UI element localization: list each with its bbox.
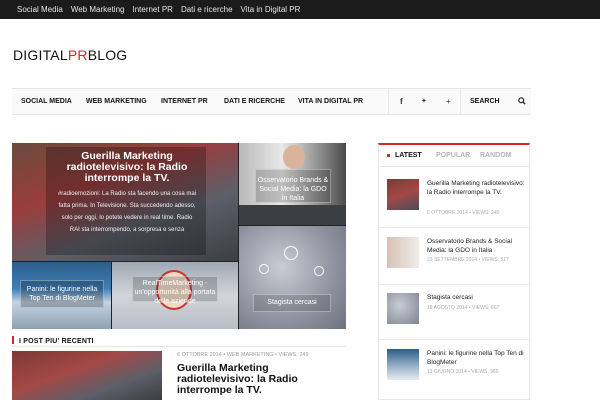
nav-divider [460, 89, 461, 114]
sidebar-post-thumbnail[interactable] [387, 349, 419, 380]
sidebar-post-thumbnail[interactable] [387, 237, 419, 268]
topbar-link-vita-in-digital-pr[interactable]: Vita in Digital PR [241, 5, 301, 14]
plus-icon[interactable]: + [446, 97, 451, 106]
sidebar-post-item[interactable]: Panini: le figurine nella Top Ten di Blo… [387, 349, 524, 389]
nav-item-web-marketing[interactable]: WEB MARKETING [86, 98, 147, 105]
logo-text-digital: DIGITAL [13, 47, 68, 63]
featured-main-tile[interactable]: Guerilla Marketing radiotelevisivo: la R… [12, 143, 238, 261]
sidebar-post-title[interactable]: Panini: le figurine nella Top Ten di Blo… [427, 349, 527, 367]
sidebar-post-title[interactable]: Guerilla Marketing radiotelevisivo: la R… [427, 179, 527, 197]
nav-item-vita-in-digital-pr[interactable]: VITA IN DIGITAL PR [298, 98, 363, 105]
main-nav: SOCIAL MEDIA WEB MARKETING INTERNET PR D… [12, 88, 531, 115]
sidebar-divider [379, 284, 529, 285]
network-node-icon [259, 264, 269, 274]
top-bar: Social Media Web Marketing Internet PR D… [0, 0, 600, 19]
site-logo[interactable]: DIGITALPRBLOG [13, 47, 127, 63]
network-node-icon [314, 266, 324, 276]
tab-random[interactable]: RANDOM [480, 152, 512, 159]
topbar-link-dati-e-ricerche[interactable]: Dati e ricerche [181, 5, 233, 14]
recent-post-meta: 6 OTTOBRE 2014 • WEB MARKETING • VIEWS: … [177, 352, 309, 358]
sidebar-post-meta: 13 GIUGNO 2014 • VIEWS: 969 [427, 369, 499, 375]
featured-main-excerpt: #radioemozioni: La Radio sta facendo una… [57, 191, 197, 233]
sidebar-post-meta: 6 OTTOBRE 2014 • VIEWS: 249 [427, 210, 500, 216]
featured-tile-osservatorio-title[interactable]: Osservatorio Brands & Social Media: la G… [255, 169, 331, 203]
tab-latest[interactable]: LATEST [395, 152, 422, 159]
sidebar-divider [379, 227, 529, 228]
sidebar-post-item[interactable]: Guerilla Marketing radiotelevisivo: la R… [387, 179, 525, 219]
sidebar-post-title[interactable]: Stagista cercasi [427, 293, 527, 302]
topbar-link-web-marketing[interactable]: Web Marketing [71, 5, 125, 14]
twitter-icon[interactable]: ✦ [421, 97, 427, 105]
nav-item-internet-pr[interactable]: INTERNET PR [161, 98, 208, 105]
featured-tile-stagista-title[interactable]: Stagista cercasi [253, 294, 331, 312]
search-icon[interactable] [518, 97, 526, 107]
featured-tile-stagista[interactable]: Stagista cercasi [239, 226, 346, 329]
featured-tile-strip [239, 205, 346, 225]
sidebar-post-thumbnail[interactable] [387, 179, 419, 210]
sidebar-post-meta: 18 AGOSTO 2014 • VIEWS: 667 [427, 305, 500, 311]
facebook-icon[interactable]: f [400, 97, 403, 106]
logo-text-blog: BLOG [87, 47, 128, 63]
featured-tile-panini[interactable]: Panini: le figurine nella Top Ten di Blo… [12, 262, 111, 329]
recent-post-thumbnail[interactable] [12, 351, 162, 400]
recent-posts-heading: I POST PIU' RECENTI [12, 336, 94, 345]
featured-main-title[interactable]: Guerilla Marketing radiotelevisivo: la R… [52, 151, 202, 184]
woman-photo [283, 145, 305, 169]
tab-popular[interactable]: POPULAR [436, 152, 470, 159]
sidebar-post-item[interactable]: Osservatorio Brands & Social Media: la G… [387, 237, 523, 277]
nav-divider [388, 89, 389, 114]
featured-tile-panini-title[interactable]: Panini: le figurine nella Top Ten di Blo… [20, 280, 104, 308]
sidebar-post-thumbnail[interactable] [387, 293, 419, 324]
sidebar-tabs: LATEST POPULAR RANDOM [379, 145, 529, 167]
logo-text-pr: PR [67, 47, 88, 63]
recent-post-title[interactable]: Guerilla Marketing radiotelevisivo: la R… [177, 363, 345, 396]
featured-tile-realtime-title[interactable]: RealTimeMarketing - un'opportunità alla … [132, 276, 218, 305]
search-label[interactable]: SEARCH [470, 98, 500, 105]
sidebar-divider [379, 339, 529, 340]
nav-item-social-media[interactable]: SOCIAL MEDIA [21, 98, 72, 105]
sidebar-post-meta: 23 SETTEMBRE 2014 • VIEWS: 517 [427, 257, 509, 263]
network-node-icon [284, 246, 298, 260]
sidebar-post-title[interactable]: Osservatorio Brands & Social Media: la G… [427, 237, 527, 255]
topbar-link-social-media[interactable]: Social Media [17, 5, 63, 14]
featured-grid: Guerilla Marketing radiotelevisivo: la R… [12, 143, 346, 329]
topbar-link-internet-pr[interactable]: Internet PR [132, 5, 172, 14]
section-divider [12, 346, 346, 347]
featured-tile-osservatorio[interactable]: Osservatorio Brands & Social Media: la G… [239, 143, 346, 205]
active-tab-marker [387, 154, 390, 157]
featured-tile-realtime[interactable]: RealTimeMarketing - un'opportunità alla … [112, 262, 238, 329]
sidebar-posts-widget: LATEST POPULAR RANDOM Guerilla Marketing… [378, 143, 530, 400]
sidebar-post-item[interactable]: Stagista cercasi 18 AGOSTO 2014 • VIEWS:… [387, 293, 523, 327]
nav-item-dati-e-ricerche[interactable]: DATI E RICERCHE [224, 98, 285, 105]
